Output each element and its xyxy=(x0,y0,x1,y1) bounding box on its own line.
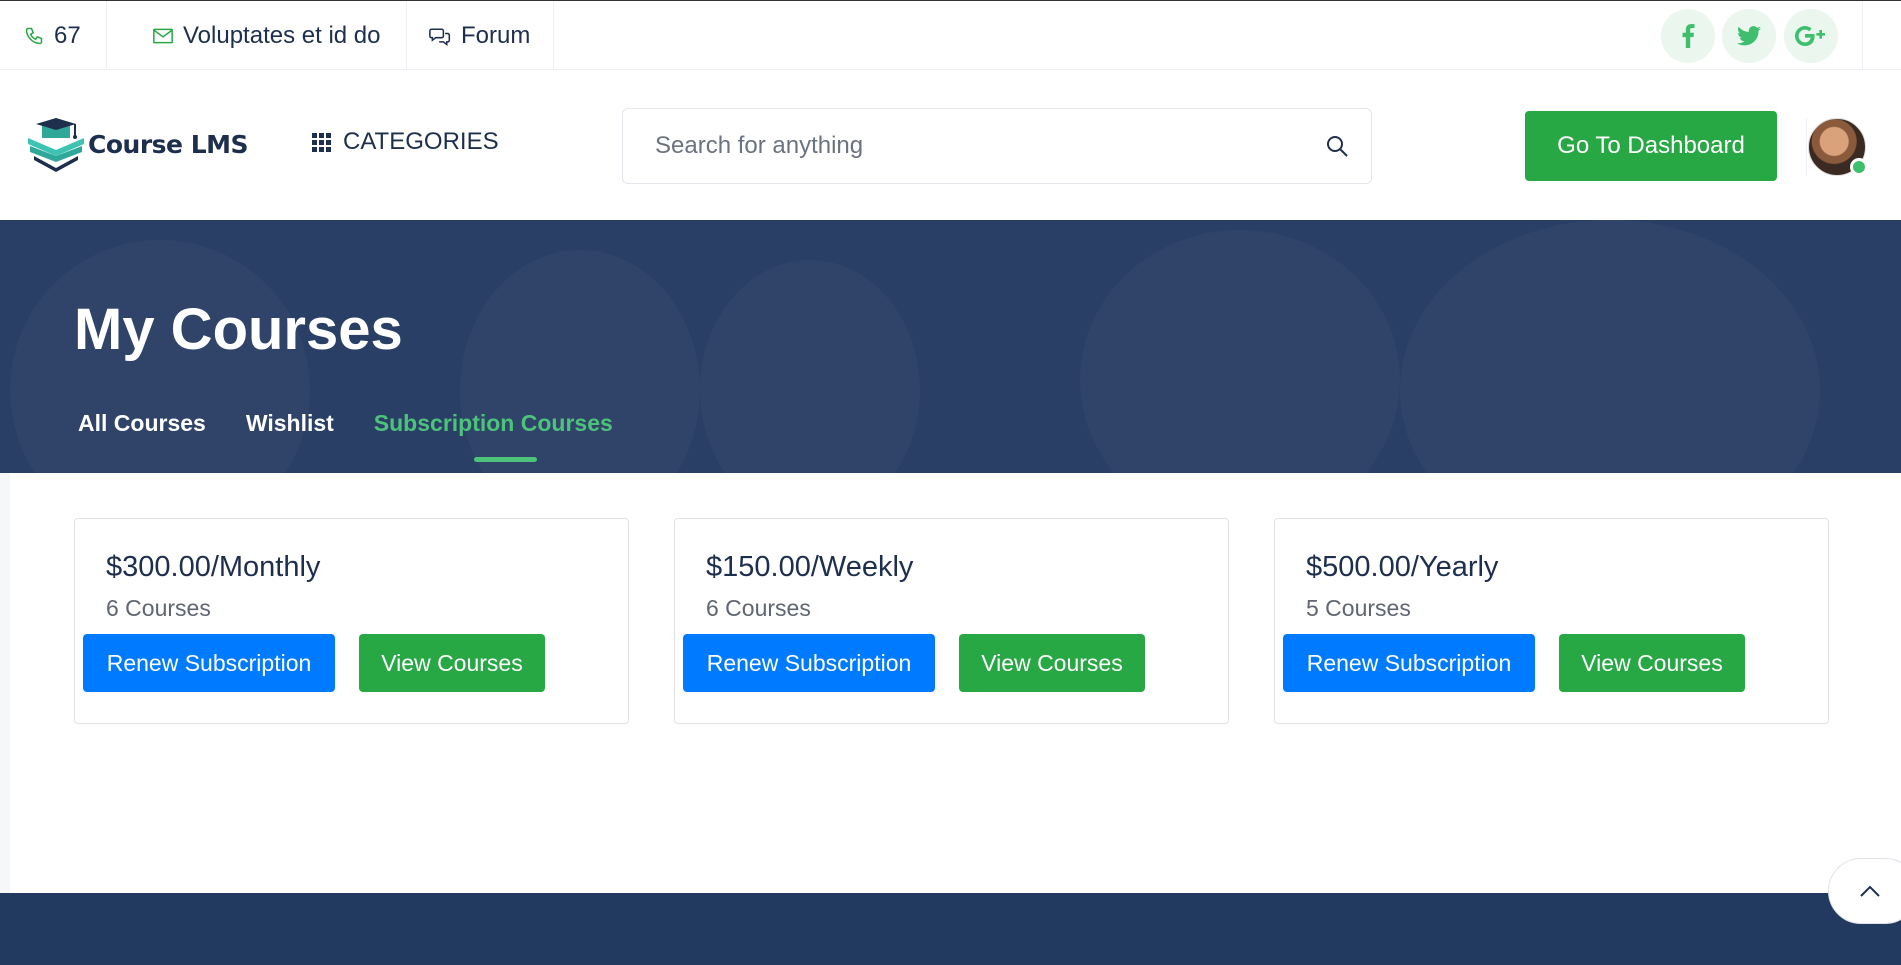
tab-subscription-courses[interactable]: Subscription Courses xyxy=(374,410,613,437)
mail-icon xyxy=(153,28,173,43)
subscription-course-count: 6 Courses xyxy=(706,595,811,621)
footer xyxy=(0,893,1901,965)
logo-graduation-book-icon xyxy=(28,118,84,172)
hero-background-shape xyxy=(1400,220,1820,473)
active-tab-indicator xyxy=(474,457,537,462)
contact-phone[interactable]: 67 xyxy=(0,1,107,70)
twitter-button[interactable] xyxy=(1722,9,1776,63)
subscription-cards: $300.00/Monthly 6 Courses Renew Subscrip… xyxy=(74,518,1830,724)
page-hero: My Courses All Courses Wishlist Subscrip… xyxy=(0,220,1901,473)
tab-wishlist[interactable]: Wishlist xyxy=(246,410,334,437)
hero-background-shape xyxy=(1080,230,1400,473)
page-title: My Courses xyxy=(74,297,403,362)
subscription-card: $300.00/Monthly 6 Courses Renew Subscrip… xyxy=(74,518,629,724)
view-courses-button[interactable]: View Courses xyxy=(1559,634,1745,692)
search-box xyxy=(622,108,1372,184)
course-tabs: All Courses Wishlist Subscription Course… xyxy=(78,410,653,437)
main-header: Course LMS CATEGORIES Go To Dashboard xyxy=(0,70,1901,220)
google-plus-icon xyxy=(1795,26,1825,47)
subscription-card: $500.00/Yearly 5 Courses Renew Subscript… xyxy=(1274,518,1829,724)
topbar-divider xyxy=(1862,1,1863,70)
page-left-strip xyxy=(0,473,10,893)
scroll-to-top-button[interactable] xyxy=(1828,858,1901,924)
subscription-price: $300.00/Monthly xyxy=(106,551,321,583)
online-status-dot xyxy=(1850,158,1868,176)
user-avatar-menu[interactable] xyxy=(1808,118,1868,176)
contact-email[interactable]: Voluptates et id do xyxy=(107,1,407,70)
categories-label: CATEGORIES xyxy=(343,128,499,155)
categories-menu[interactable]: CATEGORIES xyxy=(312,128,499,156)
forum-label: Forum xyxy=(461,21,531,49)
subscription-card: $150.00/Weekly 6 Courses Renew Subscript… xyxy=(674,518,1229,724)
go-to-dashboard-button[interactable]: Go To Dashboard xyxy=(1525,111,1777,181)
renew-subscription-button[interactable]: Renew Subscription xyxy=(83,634,335,692)
facebook-button[interactable] xyxy=(1661,9,1715,63)
twitter-icon xyxy=(1737,26,1761,46)
hero-background-shape xyxy=(700,260,920,473)
logo[interactable]: Course LMS xyxy=(26,116,249,172)
search-input[interactable] xyxy=(655,132,1295,160)
subscription-course-count: 6 Courses xyxy=(106,595,211,621)
top-bar: 67 Voluptates et id do Forum xyxy=(0,0,1901,70)
search-icon[interactable] xyxy=(1325,134,1349,158)
grid-icon xyxy=(312,132,331,152)
phone-number: 67 xyxy=(54,21,81,49)
logo-text: Course LMS xyxy=(88,129,249,159)
facebook-icon xyxy=(1682,24,1695,48)
subscription-price: $150.00/Weekly xyxy=(706,551,914,583)
renew-subscription-button[interactable]: Renew Subscription xyxy=(683,634,935,692)
subscription-price: $500.00/Yearly xyxy=(1306,551,1499,583)
header-divider xyxy=(1806,118,1807,176)
view-courses-button[interactable]: View Courses xyxy=(359,634,545,692)
forum-link[interactable]: Forum xyxy=(407,1,554,70)
view-courses-button[interactable]: View Courses xyxy=(959,634,1145,692)
chevron-up-icon xyxy=(1860,885,1880,897)
email-text: Voluptates et id do xyxy=(183,21,381,49)
renew-subscription-button[interactable]: Renew Subscription xyxy=(1283,634,1535,692)
tab-all-courses[interactable]: All Courses xyxy=(78,410,206,437)
subscription-course-count: 5 Courses xyxy=(1306,595,1411,621)
phone-icon xyxy=(25,27,43,44)
google-plus-button[interactable] xyxy=(1784,9,1838,63)
hero-background-shape xyxy=(460,250,700,473)
chat-icon xyxy=(429,27,451,46)
